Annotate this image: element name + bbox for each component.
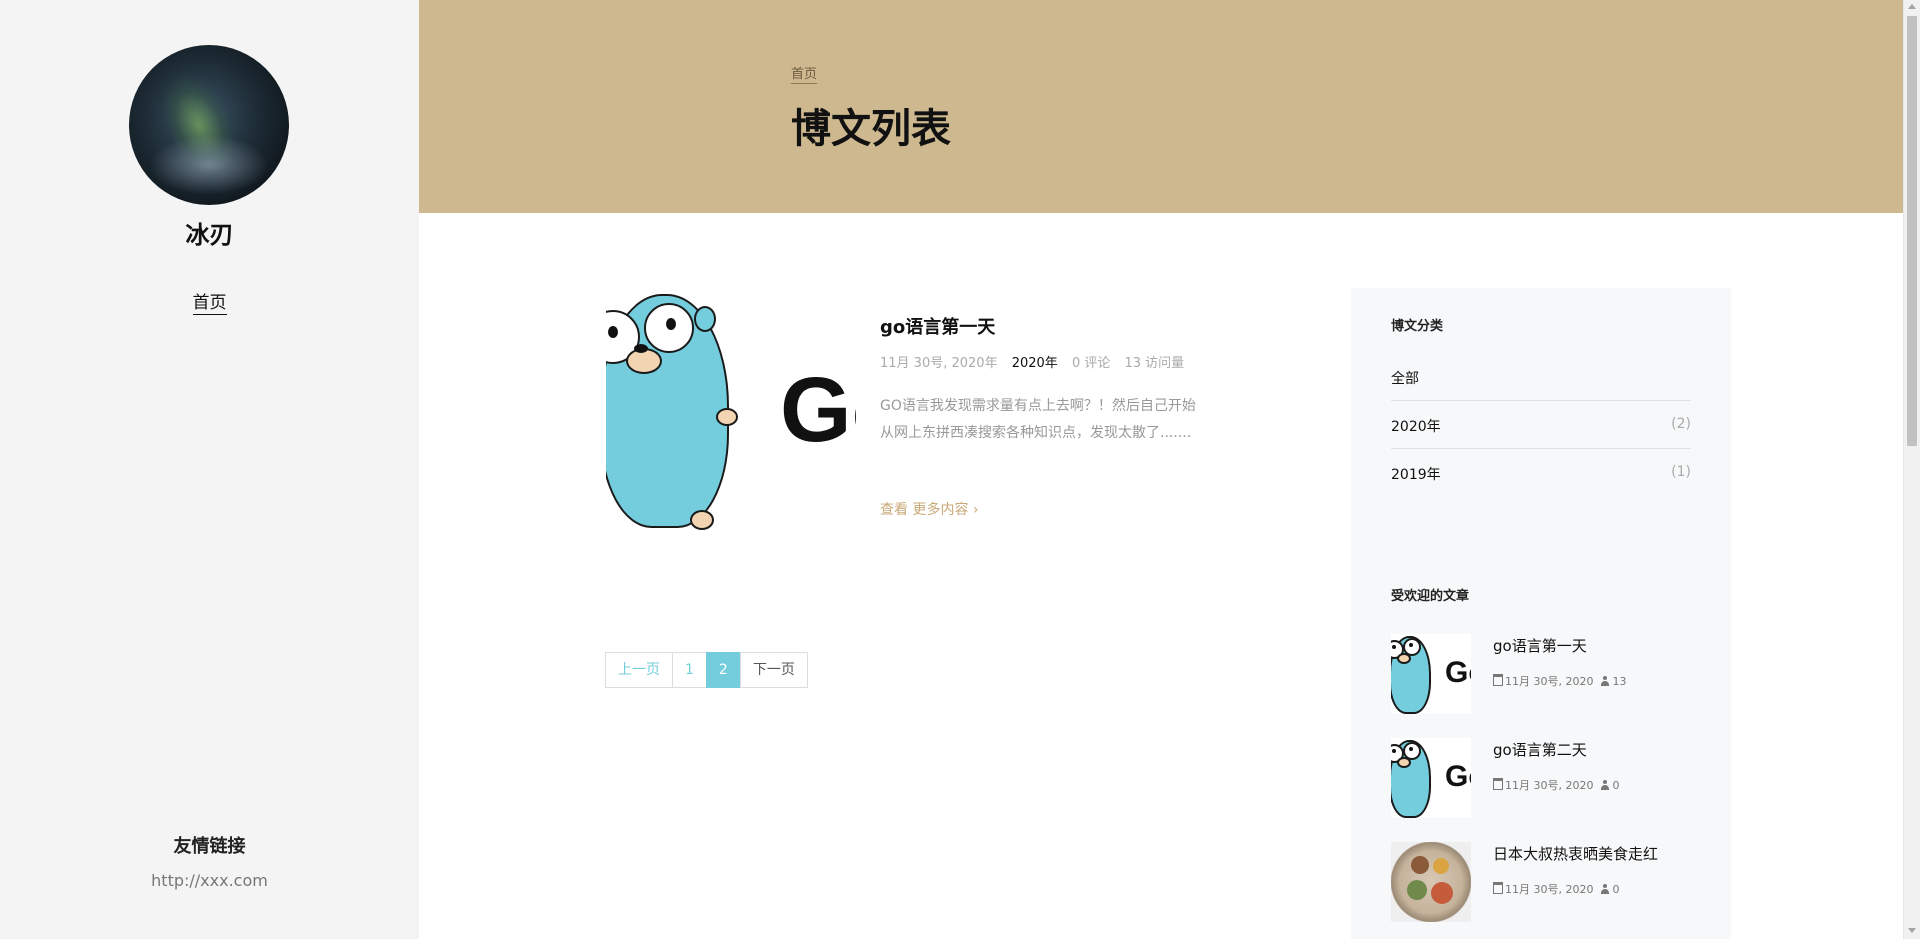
category-divider (1391, 400, 1691, 401)
author-name: 冰刃 (185, 221, 234, 249)
post-comments: 0 评论 (1071, 356, 1111, 371)
popular-thumb-2[interactable]: Go (1391, 738, 1471, 818)
user-icon (1601, 780, 1610, 790)
page-scrollbar[interactable] (1903, 0, 1920, 939)
popular-item-date: 11月 30号, 2020 (1505, 883, 1594, 896)
popular-item-meta: 11月 30号, 2020 0 (1493, 777, 1619, 793)
post-thumbnail-text: Go (780, 359, 856, 461)
post-thumbnail[interactable]: Go (606, 288, 856, 538)
pagination-next[interactable]: 下一页 (739, 652, 808, 688)
post-excerpt: GO语言我发现需求量有点上去啊？！然后自己开始从网上东拼西凑搜索各种知识点，发现… (880, 398, 1196, 441)
read-more-link[interactable]: 查看 更多内容 › (880, 499, 979, 519)
left-sidebar: 冰刃 首页 友情链接 http://xxx.com (0, 0, 419, 939)
avatar[interactable] (129, 45, 289, 205)
popular-title: 受欢迎的文章 (1391, 589, 1470, 604)
post-date: 11月 30号, 2020年 (880, 356, 998, 371)
post-views: 13 访问量 (1124, 356, 1185, 371)
pagination-page-1[interactable]: 1 (672, 652, 707, 688)
category-label: 2020年 (1391, 419, 1441, 435)
category-divider (1391, 448, 1691, 449)
calendar-icon (1493, 674, 1503, 686)
chevron-right-icon: › (968, 502, 979, 518)
popular-item-title[interactable]: go语言第二天 (1493, 739, 1587, 760)
pagination-prev[interactable]: 上一页 (605, 652, 673, 688)
popular-item-title[interactable]: 日本大叔热衷晒美食走红 (1493, 843, 1658, 864)
popular-item-views: 0 (1612, 779, 1620, 792)
popular-item-date: 11月 30号, 2020 (1505, 675, 1594, 688)
categories-title: 博文分类 (1391, 319, 1444, 334)
user-icon (1601, 676, 1610, 686)
category-count: (2) (1671, 416, 1691, 432)
category-item-2019[interactable]: 2019年 (1) (1391, 464, 1691, 484)
right-widget: 博文分类 全部 2020年 (2) 2019年 (1) 受欢迎的文章 Go go… (1351, 288, 1731, 939)
popular-item-views: 13 (1612, 675, 1627, 688)
nav-home-link[interactable]: 首页 (192, 293, 227, 315)
popular-thumb-text: Go (1445, 760, 1471, 793)
popular-item-views: 0 (1612, 883, 1620, 896)
nav-home: 首页 (0, 288, 419, 315)
read-more-label: 查看 更多内容 (880, 502, 969, 518)
popular-item-meta: 11月 30号, 2020 13 (1493, 673, 1626, 689)
category-item-all[interactable]: 全部 (1391, 368, 1691, 388)
popular-item-title[interactable]: go语言第一天 (1493, 635, 1587, 656)
scrollbar-thumb[interactable] (1907, 16, 1917, 446)
category-item-2020[interactable]: 2020年 (2) (1391, 416, 1691, 436)
popular-item-date: 11月 30号, 2020 (1505, 779, 1594, 792)
pagination: 上一页 1 2 下一页 (605, 652, 808, 688)
post-year[interactable]: 2020年 (1012, 356, 1058, 371)
category-label: 2019年 (1391, 467, 1441, 483)
calendar-icon (1493, 778, 1503, 790)
pagination-page-2[interactable]: 2 (705, 652, 741, 688)
friend-link[interactable]: http://xxx.com (0, 871, 419, 890)
calendar-icon (1493, 882, 1503, 894)
scroll-down-icon[interactable] (1908, 928, 1916, 933)
page-header: 首页 博文列表 (419, 0, 1903, 213)
popular-item-meta: 11月 30号, 2020 0 (1493, 881, 1619, 897)
popular-thumb-3[interactable] (1391, 842, 1471, 922)
category-count: (1) (1671, 464, 1691, 480)
user-icon (1601, 884, 1610, 894)
popular-thumb-text: Go (1445, 656, 1471, 689)
category-label: 全部 (1391, 371, 1419, 387)
scroll-up-icon[interactable] (1908, 4, 1916, 9)
page-title: 博文列表 (791, 106, 951, 152)
friend-links-title: 友情链接 (173, 836, 246, 857)
post-title[interactable]: go语言第一天 (880, 313, 995, 339)
post-meta: 11月 30号, 2020年 2020年 0 评论 13 访问量 (880, 352, 1194, 371)
popular-thumb-1[interactable]: Go (1391, 634, 1471, 714)
breadcrumb[interactable]: 首页 (791, 63, 818, 84)
